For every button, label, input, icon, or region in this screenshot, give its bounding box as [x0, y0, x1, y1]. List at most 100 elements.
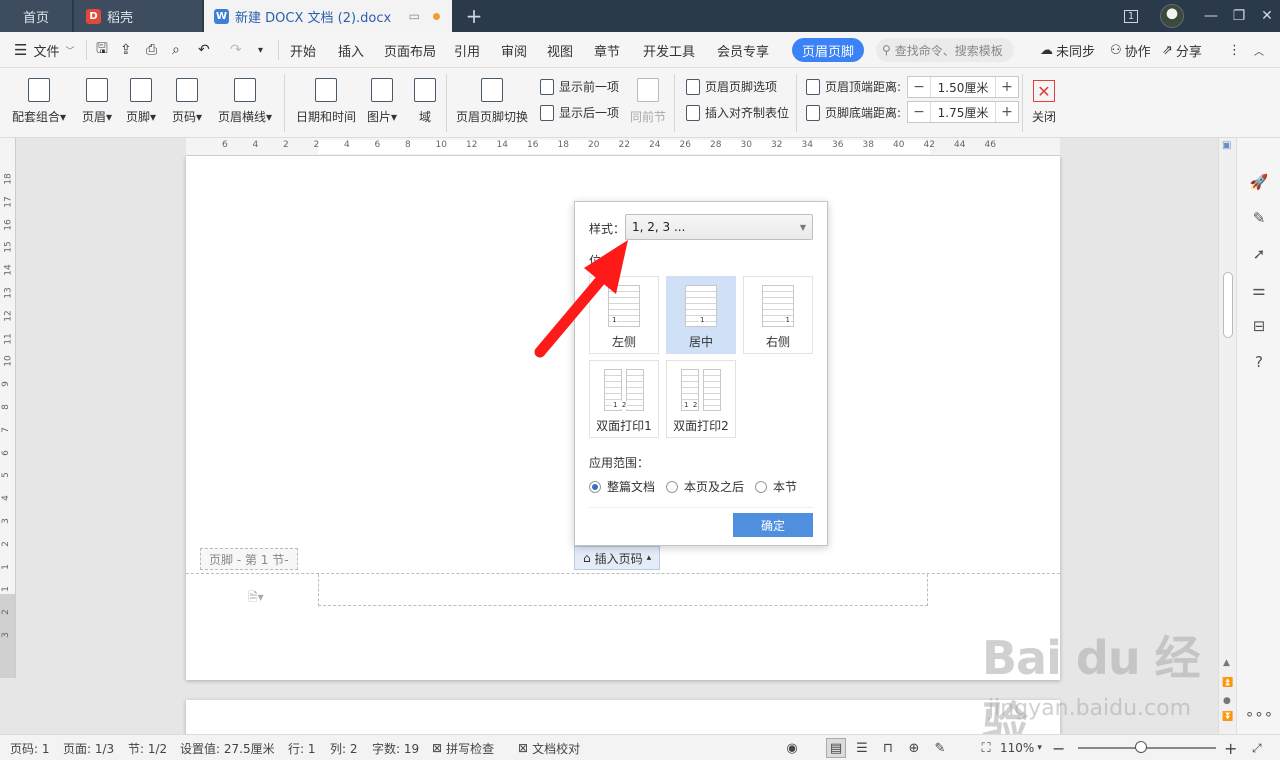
same-as-prev-button[interactable]: 同前节: [630, 68, 666, 125]
footer-editable-area[interactable]: [318, 574, 928, 606]
tab-home[interactable]: 首页: [0, 0, 72, 32]
show-next-button[interactable]: 显示后一项: [540, 104, 619, 121]
write-mode-icon[interactable]: ✎: [930, 738, 950, 758]
sliders-icon[interactable]: ⚌: [1249, 280, 1269, 300]
more-icon[interactable]: ⋮: [1228, 32, 1241, 68]
spell-check-button[interactable]: ⊠ 拼写检查: [432, 735, 494, 760]
print-icon[interactable]: ⎙: [146, 32, 157, 68]
menu-review[interactable]: 审阅: [501, 32, 527, 68]
scope-this-page-after-radio[interactable]: 本页及之后: [666, 478, 744, 495]
plus-icon[interactable]: +: [996, 77, 1018, 97]
fullscreen-icon[interactable]: ⤢: [1252, 735, 1262, 760]
minus-icon[interactable]: −: [908, 77, 930, 97]
status-page[interactable]: 页面: 1/3: [63, 735, 114, 760]
header-button[interactable]: 页眉▾: [82, 68, 112, 125]
export-icon[interactable]: ⇪: [120, 32, 132, 68]
redo-icon[interactable]: ↷: [230, 32, 242, 68]
page-number-button[interactable]: 页码▾: [172, 68, 202, 125]
menu-insert[interactable]: 插入: [338, 32, 364, 68]
help-icon[interactable]: ?: [1249, 352, 1269, 372]
header-line-button[interactable]: 页眉横线▾: [218, 68, 272, 125]
show-prev-button[interactable]: 显示前一项: [540, 78, 619, 95]
prev-page-icon[interactable]: ⏫: [1222, 678, 1233, 688]
position-right-option[interactable]: 1 右侧: [743, 276, 813, 354]
sync-button[interactable]: ☁ 未同步: [1040, 32, 1095, 68]
header-top-distance-value[interactable]: 1.50厘米: [930, 77, 996, 97]
tab-daoke[interactable]: D 稻壳: [74, 0, 202, 32]
position-duplex1-option[interactable]: 1 2 双面打印1: [589, 360, 659, 438]
vertical-scrollbar[interactable]: ▣ ▲ ⏫ ● ⏬: [1218, 138, 1236, 734]
menu-chapter[interactable]: 章节: [594, 32, 620, 68]
window-count-icon[interactable]: 1: [1114, 0, 1148, 32]
web-view-icon[interactable]: ⊕: [904, 738, 924, 758]
more-tools-icon[interactable]: ∘∘∘: [1245, 704, 1273, 724]
field-button[interactable]: 域: [414, 68, 436, 125]
picture-button[interactable]: 图片▾: [367, 68, 397, 125]
fit-page-icon[interactable]: ⛶: [976, 738, 996, 758]
menu-layout[interactable]: 页面布局: [384, 32, 436, 68]
unsaved-dot-icon[interactable]: [433, 12, 440, 20]
menu-view[interactable]: 视图: [547, 32, 573, 68]
eye-protection-icon[interactable]: ◉: [782, 738, 802, 758]
command-search[interactable]: ⚲ 查找命令、搜索模板: [876, 38, 1014, 62]
status-page-code[interactable]: 页码: 1: [10, 735, 50, 760]
minus-icon[interactable]: −: [908, 102, 930, 122]
scroll-up-icon[interactable]: ▲: [1223, 658, 1230, 668]
ok-button[interactable]: 确定: [733, 513, 813, 537]
horizontal-ruler[interactable]: 6 4 2 2 4 6 8 10 12 14 16 18 20 22 24 26 28 30 32 34 36 38 40 4…: [186, 138, 1060, 156]
zoom-slider-track[interactable]: [1078, 747, 1216, 749]
hf-options-button[interactable]: 页眉页脚选项: [686, 78, 777, 95]
save-icon[interactable]: 🖫: [96, 32, 108, 68]
zoom-dropdown[interactable]: 110% ▾: [1000, 735, 1042, 760]
menu-header-footer[interactable]: 页眉页脚: [792, 38, 865, 62]
zoom-slider-thumb[interactable]: [1135, 741, 1148, 753]
inbox-icon[interactable]: ⊟: [1249, 316, 1269, 336]
datetime-button[interactable]: 日期和时间: [296, 68, 356, 125]
position-center-option[interactable]: 1 居中: [666, 276, 736, 354]
hf-switch-button[interactable]: 页眉页脚切换: [456, 68, 528, 125]
pen-icon[interactable]: ✎: [1249, 208, 1269, 228]
insert-align-tab-button[interactable]: 插入对齐制表位: [686, 104, 789, 121]
avatar[interactable]: [1160, 4, 1184, 28]
menu-developer[interactable]: 开发工具: [643, 32, 695, 68]
file-menu[interactable]: ☰ 文件 ﹀: [14, 32, 74, 68]
quick-access-more-icon[interactable]: ▾: [258, 32, 263, 68]
zoom-out-icon[interactable]: −: [1052, 735, 1065, 760]
cursor-icon[interactable]: ➚: [1249, 244, 1269, 264]
zoom-in-icon[interactable]: +: [1224, 735, 1237, 760]
insert-page-number-button[interactable]: ⌂ 插入页码 ▴: [574, 546, 661, 570]
menu-references[interactable]: 引用: [454, 32, 480, 68]
position-duplex2-option[interactable]: 1 2 双面打印2: [666, 360, 736, 438]
collapse-ribbon-icon[interactable]: ︿: [1254, 32, 1264, 68]
scope-whole-document-radio[interactable]: 整篇文档: [589, 478, 655, 495]
status-word-count[interactable]: 字数: 19: [372, 735, 419, 760]
doc-proof-button[interactable]: ⊠ 文档校对: [518, 735, 580, 760]
footer-bottom-distance-value[interactable]: 1.75厘米: [930, 102, 996, 122]
position-left-option[interactable]: 1 左侧: [589, 276, 659, 354]
footer-button[interactable]: 页脚▾: [126, 68, 156, 125]
status-setting[interactable]: 设置值: 27.5厘米: [180, 735, 275, 760]
page-view-icon[interactable]: ▤: [826, 738, 846, 758]
outline-view-icon[interactable]: ☰: [852, 738, 872, 758]
share-button[interactable]: ⇗ 分享: [1162, 32, 1202, 68]
menu-start[interactable]: 开始: [290, 32, 316, 68]
menu-member[interactable]: 会员专享: [717, 32, 769, 68]
new-tab-button[interactable]: +: [462, 4, 486, 28]
style-select[interactable]: 1, 2, 3 ... ▼: [625, 214, 813, 240]
preview-icon[interactable]: ⌕: [172, 32, 180, 68]
status-section[interactable]: 节: 1/2: [128, 735, 167, 760]
footer-bottom-distance-stepper[interactable]: − 1.75厘米 +: [907, 101, 1019, 123]
scrollbar-thumb[interactable]: [1223, 272, 1233, 338]
undo-icon[interactable]: ↶: [198, 32, 210, 68]
status-row[interactable]: 行: 1: [288, 735, 316, 760]
select-browse-object-icon[interactable]: ●: [1223, 696, 1231, 706]
vertical-ruler[interactable]: 18 17 16 15 14 13 12 11 10 9 8 7 6 5 4 3 2 1 1 2 3: [0, 138, 16, 678]
close-icon[interactable]: ✕: [1250, 0, 1280, 32]
tab-document[interactable]: W 新建 DOCX 文档 (2).docx ▭: [204, 0, 452, 32]
reading-view-icon[interactable]: ⊓: [878, 738, 898, 758]
page[interactable]: [186, 700, 1060, 734]
plus-icon[interactable]: +: [996, 102, 1018, 122]
scope-this-section-radio[interactable]: 本节: [755, 478, 797, 495]
header-top-distance-stepper[interactable]: − 1.50厘米 +: [907, 76, 1019, 98]
scroll-top-icon[interactable]: ▣: [1222, 140, 1231, 151]
